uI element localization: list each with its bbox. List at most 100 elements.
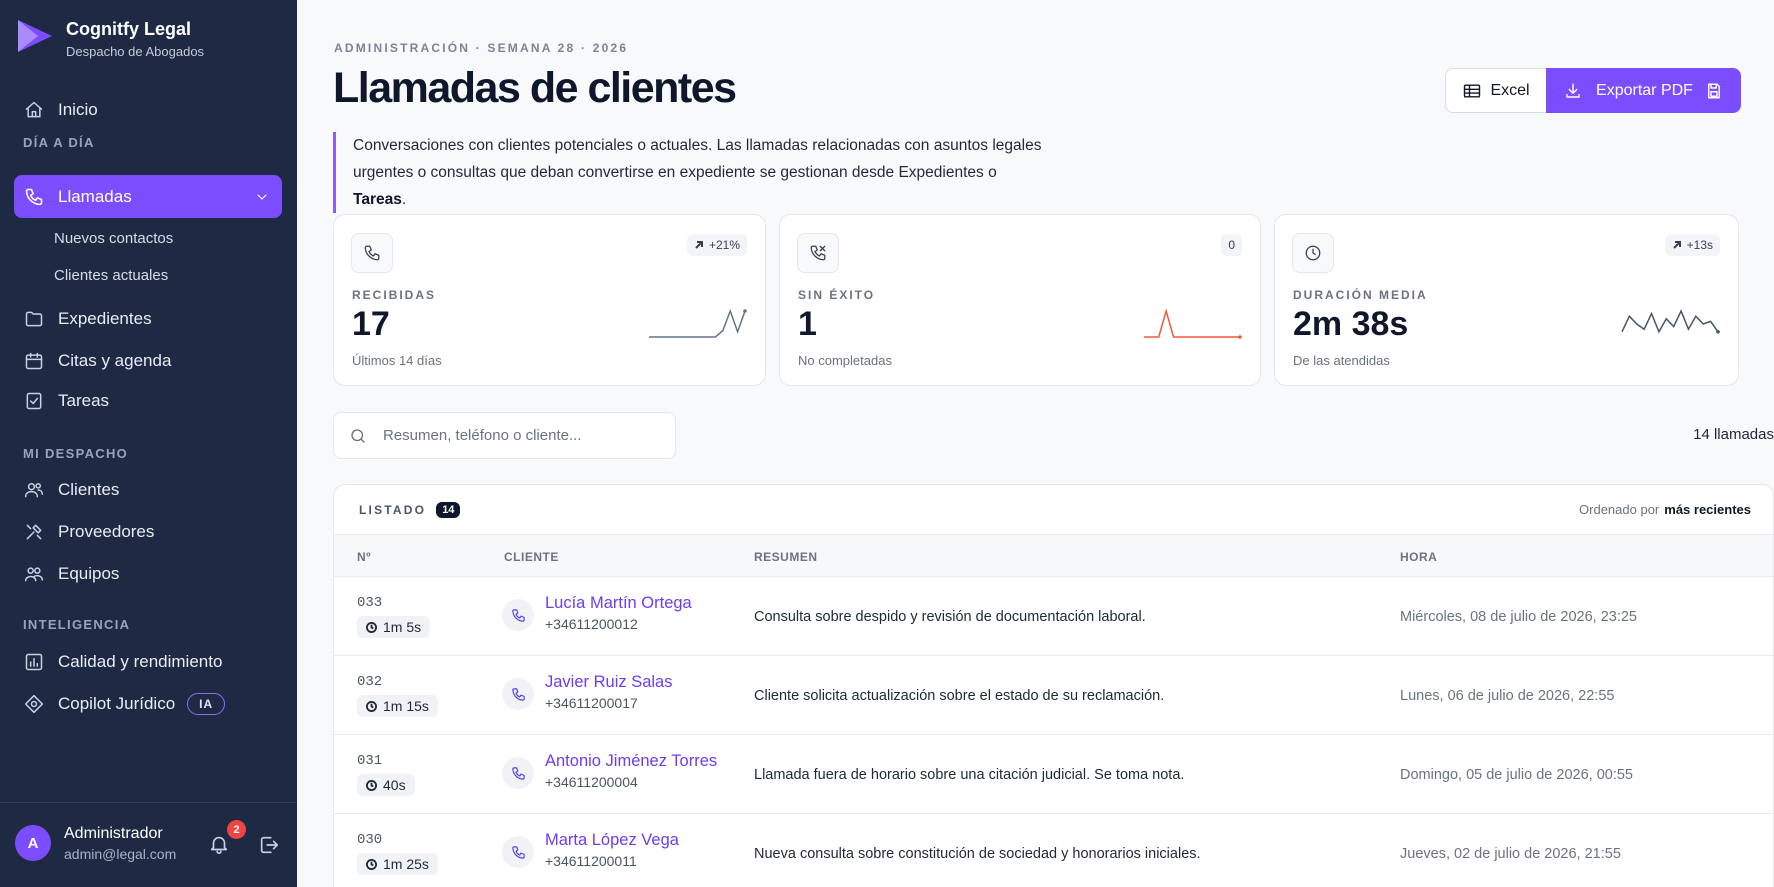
export-pdf-button[interactable]: Exportar PDF [1546,68,1741,113]
user-panel: A Administrador admin@legal.com 2 [0,802,297,887]
call-client-button[interactable] [502,599,534,631]
tools-icon [26,524,42,540]
nav-inicio[interactable]: Inicio [14,89,282,131]
user-email: admin@legal.com [64,846,177,862]
sparkline-path [1144,308,1240,338]
phone-icon [511,687,525,701]
nav-inicio-label: Inicio [58,100,98,119]
calls-table: LISTADO 14 Ordenado por más recientes Nº … [333,484,1774,887]
col-hora[interactable]: HORA [1400,550,1437,564]
avatar[interactable]: A [15,825,51,861]
breadcrumb: ADMINISTRACIÓN · SEMANA 28 · 2026 [334,41,629,55]
nav-clientes-actuales[interactable]: Clientes actuales [54,267,168,284]
sparkline-path [1621,309,1719,334]
clock-icon [1305,245,1321,261]
sparkline-end-point [743,309,747,313]
table-header: LISTADO 14 Ordenado por más recientes [334,485,1773,535]
diamond-icon [24,694,44,714]
brand-subtitle: Despacho de Abogados [66,44,205,59]
bar-chart-icon [25,653,43,671]
kpi-card-sin-exito: 0 SIN ÉXITO 1 No completadas [779,214,1261,386]
user-name: Administrador [64,825,163,842]
col-num[interactable]: Nº [357,550,371,564]
nav-clientes[interactable]: Clientes [14,469,282,511]
client-name-link[interactable]: Lucía Martín Ortega [545,594,692,613]
col-cliente[interactable]: CLIENTE [504,550,559,564]
client-name-link[interactable]: Javier Ruiz Salas [545,673,672,692]
nav-calidad[interactable]: Calidad y rendimiento [14,641,282,683]
excel-button[interactable]: Excel [1445,68,1546,113]
chevron-down-icon[interactable] [254,189,270,205]
intro-text: Conversaciones con clientes potenciales … [353,137,1042,181]
kpi-delta: 0 [1221,234,1242,256]
table-title: LISTADO 14 [359,502,461,518]
ia-badge: IA [187,693,226,715]
table-title-text: LISTADO [359,503,427,517]
table-count-badge: 14 [436,502,461,518]
search-input[interactable] [383,427,663,444]
call-duration: 1m 25s [357,853,438,875]
duration-value: 1m 15s [383,698,429,714]
nav-expedientes[interactable]: Expedientes [14,298,282,340]
call-time: Domingo, 05 de julio de 2026, 00:55 [1400,767,1633,783]
bell-icon [210,836,228,854]
notifications-button[interactable] [208,833,232,857]
nav-tareas[interactable]: Tareas [14,380,282,422]
brand[interactable]: Cognitfy Legal Despacho de Abogados [16,18,204,59]
results-count: 14 llamadas [1693,426,1774,443]
nav-copilot[interactable]: Copilot Jurídico IA [14,683,282,725]
tasks-icon [26,392,42,410]
phone-icon [25,188,43,205]
nav-llamadas[interactable]: Llamadas [14,175,282,218]
kpi-delta-value: +21% [708,238,740,252]
kpi-sub: De las atendidas [1293,353,1390,368]
call-time: Lunes, 06 de julio de 2026, 22:55 [1400,688,1615,704]
sort-prefix: Ordenado por [1579,502,1660,517]
team-icon [24,567,44,582]
tareas-link[interactable]: Tareas [353,191,402,208]
table-row[interactable]: 030 1m 25s Marta López Vega +34611200011… [334,814,1773,887]
nav-equipos-label: Equipos [58,564,120,583]
sparkline-end-point [1238,335,1242,339]
kpi-delta-value: +13s [1686,238,1713,252]
column-headers: Nº CLIENTE RESUMEN HORA [334,535,1773,577]
table-icon [1464,83,1481,98]
logout-button[interactable] [258,834,280,861]
duration-value: 40s [383,777,406,793]
call-client-button[interactable] [502,678,534,710]
nav-citas[interactable]: Citas y agenda [14,340,282,382]
kpi-card-duracion-media: +13s DURACIÓN MEDIA 2m 38s De las atendi… [1274,214,1739,386]
client-name-link[interactable]: Marta López Vega [545,831,679,850]
col-resumen[interactable]: RESUMEN [754,550,818,564]
call-summary: Llamada fuera de horario sobre una citac… [754,767,1185,783]
clock-icon [366,858,377,870]
sort-control[interactable]: Ordenado por más recientes [1579,502,1751,517]
download-icon [1566,83,1580,98]
main-content: ADMINISTRACIÓN · SEMANA 28 · 2026 Llamad… [297,0,1774,887]
call-number: 030 [357,832,383,848]
nav-expedientes-label: Expedientes [58,309,152,328]
client-name-link[interactable]: Antonio Jiménez Torres [545,752,717,771]
notification-count-badge: 2 [227,820,246,839]
nav-proveedores-label: Proveedores [58,522,155,541]
nav-equipos[interactable]: Equipos [14,553,282,595]
folder-icon [25,311,43,327]
table-row[interactable]: 031 40s Antonio Jiménez Torres +34611200… [334,735,1773,814]
kpi-icon-box [797,233,839,273]
kpi-label: RECIBIDAS [352,288,437,302]
table-row[interactable]: 033 1m 5s Lucía Martín Ortega +346112000… [334,577,1773,656]
call-client-button[interactable] [502,836,534,868]
clock-icon [366,779,377,791]
nav-proveedores[interactable]: Proveedores [14,511,282,553]
sparkline [649,308,747,338]
calendar-icon [25,352,43,370]
table-row[interactable]: 032 1m 15s Javier Ruiz Salas +3461120001… [334,656,1773,735]
section-inteligencia: INTELIGENCIA [23,617,131,632]
page-description: Conversaciones con clientes potenciales … [333,132,1053,213]
client-phone: +34611200004 [545,774,638,790]
nav-nuevos-contactos[interactable]: Nuevos contactos [54,230,173,247]
sparkline-path [649,308,746,338]
call-client-button[interactable] [502,757,534,789]
kpi-label: DURACIÓN MEDIA [1293,288,1428,302]
nav-copilot-label: Copilot Jurídico [58,694,176,713]
